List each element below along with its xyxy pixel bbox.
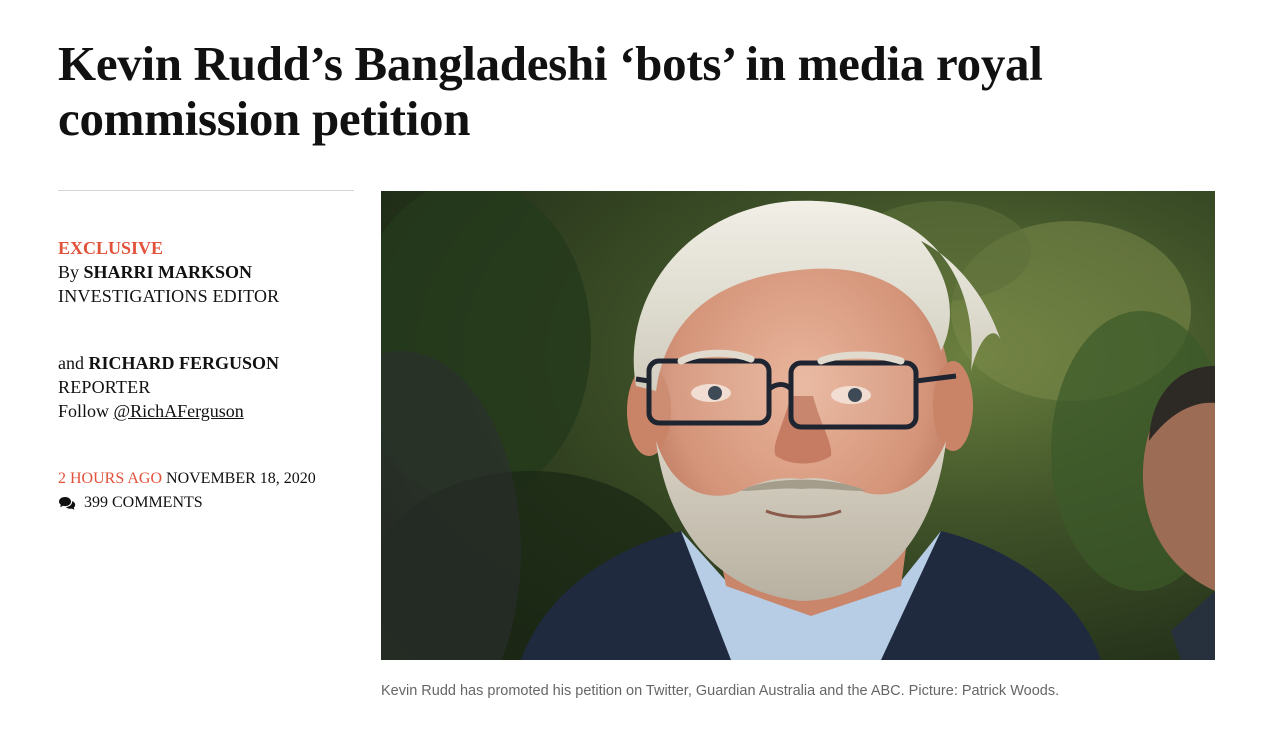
headline-line-2: commission petition [58,91,471,146]
author-line-1: By SHARRI MARKSON [58,260,279,284]
author-role: REPORTER [58,377,151,397]
follow-prefix: Follow [58,401,110,421]
comments-icon [58,496,76,511]
image-caption: Kevin Rudd has promoted his petition on … [381,683,1060,699]
comments-count: 399 COMMENTS [84,494,203,511]
article-meta-sidebar: EXCLUSIVE By SHARRI MARKSON INVESTIGATIO… [58,190,354,511]
headline-line-1: Kevin Rudd’s Bangladeshi ‘bots’ in media… [58,36,1043,91]
timestamp-line: 2 HOURS AGO NOVEMBER 18, 2020 [58,467,316,491]
publish-date: NOVEMBER 18, 2020 [166,470,316,487]
byline-primary: EXCLUSIVE By SHARRI MARKSON INVESTIGATIO… [58,236,279,308]
twitter-handle-link[interactable]: @RichAFerguson [114,401,244,421]
exclusive-tag: EXCLUSIVE [58,238,164,258]
comments-link[interactable]: 399 COMMENTS [58,491,316,515]
article-timing: 2 HOURS AGO NOVEMBER 18, 2020 399 COMMEN… [58,467,316,515]
author-role: INVESTIGATIONS EDITOR [58,286,280,306]
author-prefix: and [58,353,84,373]
article-page: Kevin Rudd’s Bangladeshi ‘bots’ in media… [0,0,1280,736]
article-headline: Kevin Rudd’s Bangladeshi ‘bots’ in media… [58,36,1178,146]
author-name-link[interactable]: SHARRI MARKSON [84,262,253,282]
byline-secondary: and RICHARD FERGUSON REPORTER Follow @Ri… [58,351,279,423]
time-ago: 2 HOURS AGO [58,470,163,487]
author-prefix: By [58,262,80,282]
author-line-2: and RICHARD FERGUSON [58,351,279,375]
author-name-link[interactable]: RICHARD FERGUSON [89,353,280,373]
article-hero-image [381,191,1215,660]
follow-line: Follow @RichAFerguson [58,399,279,423]
portrait-illustration [381,191,1215,660]
